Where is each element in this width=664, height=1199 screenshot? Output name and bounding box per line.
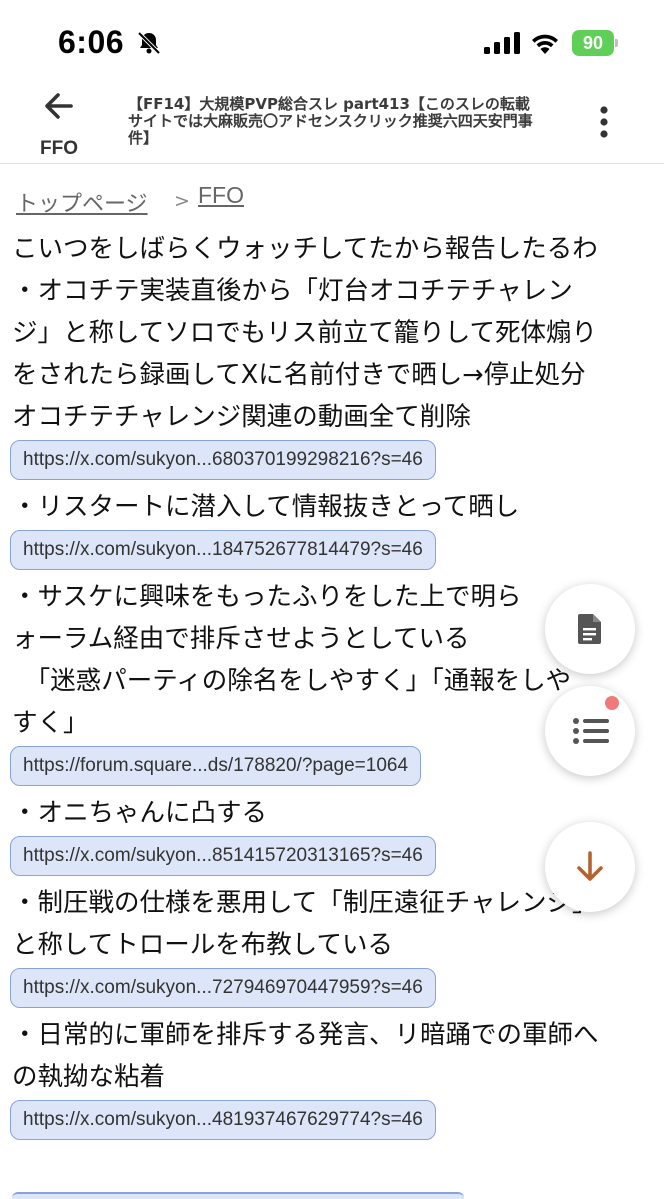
post-line: ・制圧戦の仕様を悪用して「制圧遠征チャレンジ」 xyxy=(12,888,598,918)
post-line: 「迷惑パーティの除名をしやすく」「通報をしや xyxy=(12,666,571,696)
site-label[interactable]: FFO xyxy=(40,138,78,160)
post-line: ・リスタートに潜入して情報抜きとって晒し xyxy=(12,492,520,522)
post-list-button[interactable] xyxy=(545,686,635,776)
post-link[interactable]: https://x.com/sukyon...680370199298216?s… xyxy=(10,440,436,480)
status-bar: 6:06 90 xyxy=(0,0,664,86)
thread-title: 【FF14】大規模PVP総合スレ part413【このスレの転載 サイトでは大麻… xyxy=(128,95,533,147)
next-link-partial[interactable] xyxy=(12,1192,464,1199)
bell-slash-icon xyxy=(137,31,161,55)
post-line: ・オニちゃんに凸する xyxy=(12,798,268,828)
post-line: の執拗な粘着 xyxy=(12,1062,166,1092)
post-body: こいつをしばらくウォッチしてたから報告したるわ ・オコチテ実装直後から「灯台オコ… xyxy=(10,228,642,1146)
post-link[interactable]: https://x.com/sukyon...184752677814479?s… xyxy=(10,530,436,570)
post-line: と称してトロールを布教している xyxy=(12,930,393,960)
breadcrumb-separator: > xyxy=(174,190,190,212)
post-line: ・日常的に軍師を排斥する発言、リ暗踊での軍師へ xyxy=(12,1020,599,1050)
scroll-down-button[interactable] xyxy=(545,822,635,912)
arrow-back-icon[interactable] xyxy=(40,88,76,124)
cellular-signal-icon xyxy=(484,32,520,54)
post-link[interactable]: https://x.com/sukyon...481937467629774?s… xyxy=(10,1100,436,1140)
document-button[interactable] xyxy=(545,584,635,674)
notification-dot xyxy=(605,696,619,710)
document-icon xyxy=(578,614,601,644)
post-line: こいつをしばらくウォッチしてたから報告したるわ xyxy=(12,234,598,264)
post-line: ・オコチテ実装直後から「灯台オコチテチャレン xyxy=(12,276,573,306)
post-link[interactable]: https://forum.square...ds/178820/?page=1… xyxy=(10,746,422,786)
list-icon xyxy=(573,718,609,744)
post-link[interactable]: https://x.com/sukyon...727946970447959?s… xyxy=(10,968,436,1008)
post-line: オコチテチャレンジ関連の動画全て削除 xyxy=(12,402,471,432)
post-line: をされたら録画してXに名前付きで晒し→停止処分 xyxy=(12,360,586,390)
breadcrumb-top-link[interactable]: トップページ xyxy=(16,186,148,218)
breadcrumb-current-link[interactable]: FFO xyxy=(198,182,244,209)
app-header: FFO 【FF14】大規模PVP総合スレ part413【このスレの転載 サイト… xyxy=(0,86,664,164)
battery-icon: 90 xyxy=(572,30,618,56)
status-time: 6:06 xyxy=(58,24,125,60)
battery-level: 90 xyxy=(572,30,614,56)
post-link[interactable]: https://x.com/sukyon...851415720313165?s… xyxy=(10,836,436,876)
arrow-down-icon xyxy=(577,851,603,881)
wifi-icon xyxy=(532,34,558,54)
post-line: ジ」と称してソロでもリス前立て籠りして死体煽り xyxy=(12,318,597,348)
more-vertical-icon[interactable] xyxy=(590,102,618,142)
